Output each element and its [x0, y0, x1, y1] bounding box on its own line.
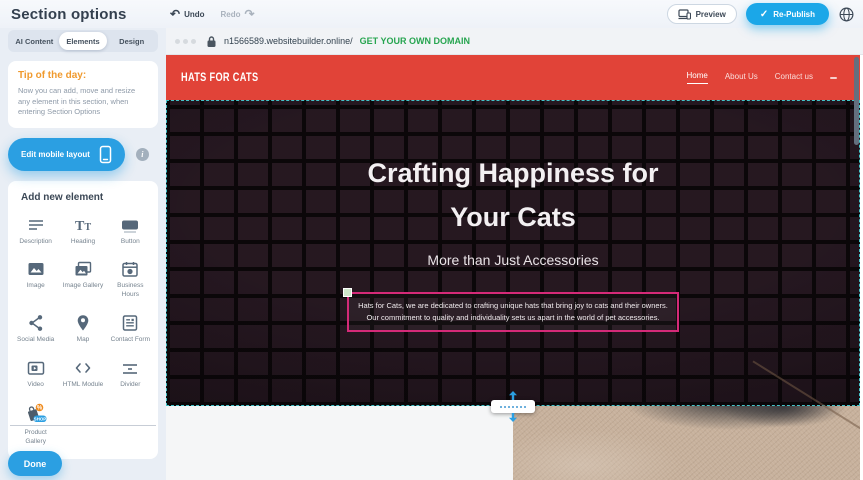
element-grid: Description T T Heading Button: [12, 215, 154, 447]
nav-home[interactable]: Home: [687, 71, 708, 84]
business-hours-icon: [120, 259, 140, 279]
site-header: HATS FOR CATS Home About Us Contact us: [166, 55, 860, 100]
svg-text:SHOP: SHOP: [33, 417, 46, 422]
devices-icon: [678, 9, 691, 20]
image-icon: [26, 259, 46, 279]
site-nav: Home About Us Contact us: [687, 71, 838, 84]
resize-arrow-down-icon: [509, 413, 518, 422]
undo-button[interactable]: ↶ Undo: [170, 8, 205, 20]
svg-text:%: %: [36, 406, 42, 412]
element-item-description[interactable]: Description: [12, 215, 59, 247]
site-viewport: HATS FOR CATS Home About Us Contact us C…: [166, 55, 860, 480]
element-item-business-hours[interactable]: Business Hours: [107, 259, 154, 300]
html-module-icon: [73, 358, 93, 378]
get-domain-link[interactable]: GET YOUR OWN DOMAIN: [360, 36, 470, 46]
language-globe-icon[interactable]: [838, 6, 855, 23]
cat-photo: [513, 406, 860, 480]
sidebar-tabs: AI Content Elements Design: [8, 30, 158, 52]
element-item-divider[interactable]: Divider: [107, 358, 154, 390]
button-icon: [120, 215, 140, 235]
element-item-contact-form[interactable]: Contact Form: [107, 313, 154, 345]
nav-more-icon[interactable]: [830, 77, 837, 79]
description-icon: [26, 215, 46, 235]
lock-icon: [206, 35, 217, 48]
browser-address-bar: n1566589.websitebuilder.online/ GET YOUR…: [166, 28, 863, 55]
edit-mobile-layout-button[interactable]: Edit mobile layout: [8, 138, 125, 171]
tab-design[interactable]: Design: [107, 32, 156, 50]
hero-text-element[interactable]: Hats for Cats, we are dedicated to craft…: [347, 292, 679, 332]
info-icon[interactable]: i: [136, 148, 149, 161]
hero-heading[interactable]: Crafting Happiness for Your Cats: [337, 100, 689, 239]
sidebar: AI Content Elements Design Tip of the da…: [0, 28, 166, 480]
element-item-map[interactable]: Map: [59, 313, 106, 345]
browser-preview: n1566589.websitebuilder.online/ GET YOUR…: [166, 28, 863, 480]
tip-of-the-day-card: Tip of the day: Now you can add, move an…: [8, 61, 158, 128]
resize-arrow-up-icon: [509, 391, 518, 400]
divider-icon: [120, 358, 140, 378]
redo-button[interactable]: Redo ↷: [221, 8, 255, 20]
element-item-button[interactable]: Button: [107, 215, 154, 247]
nav-about-us[interactable]: About Us: [725, 72, 758, 84]
tab-ai-content[interactable]: AI Content: [10, 32, 59, 50]
element-item-heading[interactable]: T T Heading: [59, 215, 106, 247]
check-icon: ✓: [760, 9, 768, 20]
heading-icon: T T: [73, 215, 93, 235]
app-window: Section options ↶ Undo Redo ↷ Preview ✓ …: [0, 0, 863, 480]
url-field[interactable]: n1566589.websitebuilder.online/: [224, 36, 353, 46]
element-item-html-module[interactable]: HTML Module: [59, 358, 106, 390]
phone-icon: [99, 145, 112, 164]
tip-heading: Tip of the day:: [18, 70, 148, 81]
element-item-image-gallery[interactable]: Image Gallery: [59, 259, 106, 300]
element-item-social-media[interactable]: Social Media: [12, 313, 59, 345]
resize-grip-dots: [500, 406, 526, 408]
nav-contact-us[interactable]: Contact us: [775, 72, 813, 84]
preview-button[interactable]: Preview: [667, 4, 737, 24]
top-toolbar: Section options ↶ Undo Redo ↷ Preview ✓ …: [0, 0, 863, 28]
tab-elements[interactable]: Elements: [59, 32, 108, 50]
map-icon: [73, 313, 93, 333]
add-new-element-panel: Add new element Description T T Heading: [8, 181, 158, 459]
hero-body-text: Hats for Cats, we are dedicated to craft…: [358, 301, 668, 322]
mobile-layout-row: Edit mobile layout i: [8, 138, 158, 171]
redo-icon: ↷: [245, 8, 255, 20]
hero-section: Crafting Happiness for Your Cats More th…: [166, 100, 860, 406]
video-icon: [26, 358, 46, 378]
product-gallery-icon: % SHOP: [24, 402, 48, 426]
site-logo[interactable]: HATS FOR CATS: [181, 72, 258, 84]
section-resize-handle[interactable]: [491, 400, 535, 413]
page-title: Section options: [0, 6, 160, 23]
contact-form-icon: [120, 313, 140, 333]
svg-text:T: T: [75, 219, 85, 234]
republish-button[interactable]: ✓ Re-Publish: [746, 3, 829, 25]
selection-handle[interactable]: [343, 288, 352, 297]
element-item-video[interactable]: Video: [12, 358, 59, 390]
svg-text:T: T: [84, 222, 91, 233]
undo-icon: ↶: [170, 8, 180, 20]
hero-subheading[interactable]: More than Just Accessories: [166, 252, 860, 268]
done-button[interactable]: Done: [8, 451, 62, 476]
element-item-image[interactable]: Image: [12, 259, 59, 300]
add-element-heading: Add new element: [21, 192, 154, 203]
sidebar-divider: [10, 425, 156, 426]
preview-scrollbar[interactable]: [854, 57, 859, 145]
window-dots-icon: [175, 39, 196, 44]
tip-body: Now you can add, move and resize any ele…: [18, 86, 148, 118]
image-gallery-icon: [73, 259, 93, 279]
social-media-icon: [26, 313, 46, 333]
